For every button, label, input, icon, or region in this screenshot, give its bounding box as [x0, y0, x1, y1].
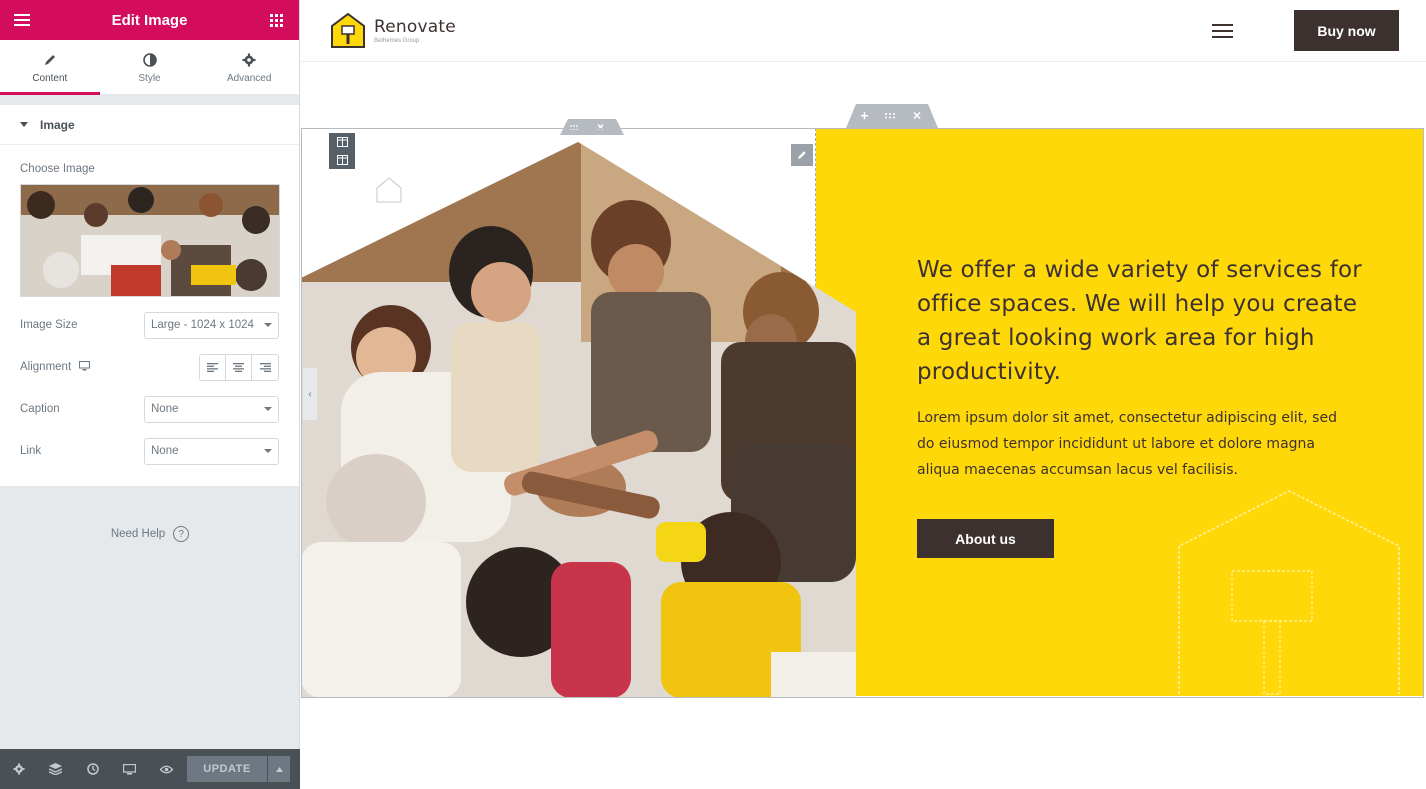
align-right-button[interactable]	[252, 355, 278, 380]
widgets-grid-icon[interactable]	[267, 10, 287, 30]
navigator-button[interactable]	[37, 749, 74, 789]
column-icon	[336, 137, 348, 147]
link-select[interactable]: None	[144, 437, 279, 465]
caret-up-icon	[275, 766, 283, 772]
link-row: Link None	[0, 430, 299, 472]
need-help-link[interactable]: Need Help ?	[0, 526, 300, 542]
panel-tabs: Content Style Advanced	[0, 40, 299, 95]
history-button[interactable]	[74, 749, 111, 789]
hero-body-text: Lorem ipsum dolor sit amet, consectetur …	[917, 410, 1337, 478]
site-header: Renovate Bethemes Group Buy now	[301, 0, 1426, 62]
pencil-icon	[43, 51, 57, 69]
section-title: Image	[40, 117, 75, 132]
panel-header: Edit Image	[0, 0, 299, 40]
link-label: Link	[20, 445, 42, 457]
gear-icon	[242, 51, 256, 69]
image-size-select[interactable]: Large - 1024 x 1024	[144, 311, 279, 339]
caption-select[interactable]: None	[144, 395, 279, 423]
preview-button[interactable]	[148, 749, 185, 789]
editor-panel: Edit Image Content Style Advanced Image …	[0, 0, 300, 789]
settings-button[interactable]	[0, 749, 37, 789]
dropdown-arrow-icon	[264, 449, 272, 453]
caret-down-icon	[20, 122, 28, 127]
image-section-toggle[interactable]: Image	[0, 105, 299, 145]
alignment-buttons	[199, 353, 279, 381]
alignment-row: Alignment	[0, 346, 299, 388]
hero-section[interactable]: ‹ We offer a wide variety of services fo…	[301, 104, 1426, 698]
caption-value: None	[151, 403, 179, 415]
update-options-button[interactable]	[268, 756, 290, 782]
column-handle[interactable]	[560, 119, 624, 135]
panel-spacer	[0, 95, 299, 105]
alignment-label-group: Alignment	[20, 358, 91, 376]
tab-style[interactable]: Style	[100, 40, 200, 94]
page-preview: Renovate Bethemes Group Buy now ‹ We off…	[301, 0, 1426, 789]
tab-advanced[interactable]: Advanced	[199, 40, 299, 94]
dropdown-arrow-icon	[264, 407, 272, 411]
layers-icon	[49, 763, 62, 775]
tab-style-label: Style	[138, 72, 161, 84]
responsive-mode-button[interactable]	[111, 749, 148, 789]
align-right-icon	[259, 362, 271, 372]
image-size-value: Large - 1024 x 1024	[151, 319, 254, 331]
dropdown-arrow-icon	[264, 323, 272, 327]
tab-content[interactable]: Content	[0, 40, 100, 95]
link-value: None	[151, 445, 179, 457]
desktop-icon[interactable]	[79, 358, 91, 376]
tab-content-label: Content	[32, 72, 68, 84]
house-outline-watermark-icon	[1178, 490, 1400, 695]
panel-footer: UPDATE	[0, 749, 300, 789]
update-button[interactable]: UPDATE	[187, 756, 267, 782]
tab-advanced-label: Advanced	[226, 72, 272, 84]
image-preview-thumbnail[interactable]	[20, 184, 280, 297]
eye-icon	[160, 765, 173, 773]
image-section: Image Choose Image Image Size Large - 10…	[0, 105, 299, 486]
buy-now-button[interactable]: Buy now	[1294, 10, 1399, 51]
image-size-label: Image Size	[20, 319, 78, 331]
about-us-button[interactable]: About us	[917, 519, 1054, 558]
align-center-icon	[233, 362, 244, 372]
desktop-icon	[123, 763, 136, 775]
hero-headline: We offer a wide variety of services for …	[917, 257, 1362, 385]
logo-name: Renovate	[374, 17, 456, 37]
hamburger-menu-icon[interactable]	[1212, 24, 1233, 38]
column-icon	[336, 155, 348, 165]
menu-icon[interactable]	[12, 10, 32, 30]
align-left-icon	[207, 362, 218, 372]
panel-title: Edit Image	[111, 11, 188, 29]
column-edit-tab[interactable]	[329, 133, 355, 169]
caption-row: Caption None	[0, 388, 299, 430]
history-icon	[86, 763, 99, 775]
panel-collapse-toggle[interactable]: ‹	[303, 368, 317, 420]
logo-tagline: Bethemes Group	[374, 38, 420, 44]
align-left-button[interactable]	[200, 354, 226, 380]
caption-label: Caption	[20, 403, 60, 415]
team-photo-image[interactable]	[301, 142, 856, 698]
align-center-button[interactable]	[226, 354, 252, 380]
house-placeholder-icon	[376, 177, 402, 203]
site-logo[interactable]: Renovate Bethemes Group	[330, 12, 456, 49]
house-logo-icon	[331, 12, 365, 48]
pencil-icon	[798, 151, 806, 159]
section-handle[interactable]	[846, 104, 938, 128]
choose-image-label: Choose Image	[20, 163, 95, 175]
logo-text: Renovate Bethemes Group	[374, 17, 456, 44]
need-help-label: Need Help	[110, 528, 166, 540]
question-icon: ?	[173, 526, 190, 542]
image-size-row: Image Size Large - 1024 x 1024	[0, 304, 299, 346]
contrast-icon	[142, 51, 157, 69]
alignment-label: Alignment	[20, 361, 72, 373]
gear-icon	[12, 763, 25, 775]
edit-widget-button[interactable]	[791, 144, 813, 166]
